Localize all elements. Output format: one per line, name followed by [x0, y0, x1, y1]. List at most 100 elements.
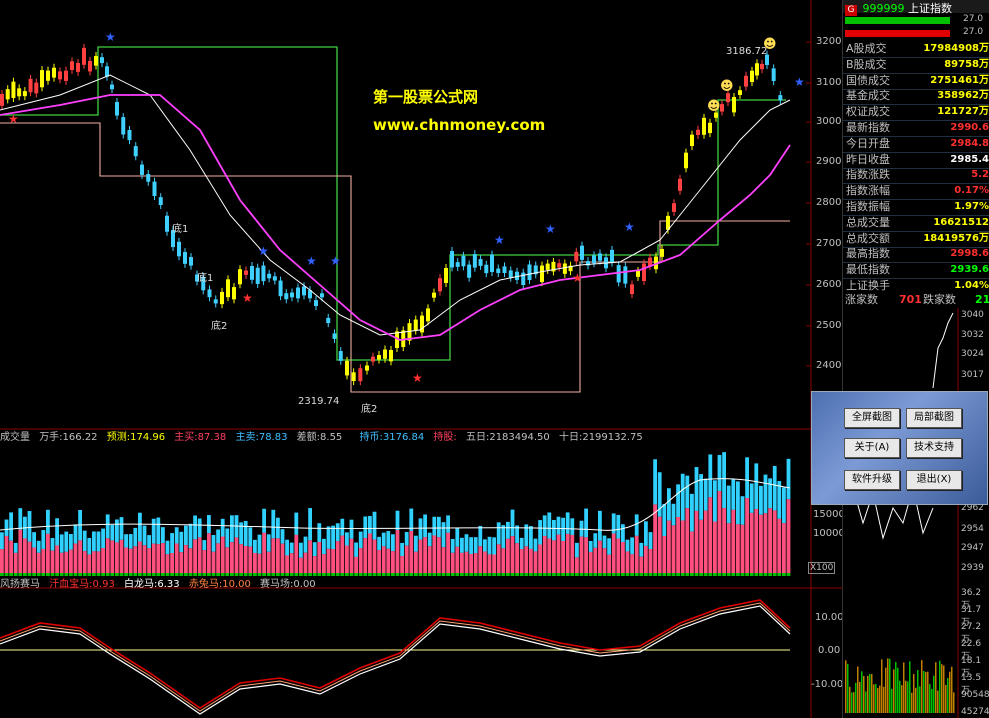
volume-bar-blue: [354, 542, 358, 557]
volume-bar-red: [46, 533, 50, 573]
red-star-icon: ★: [8, 112, 19, 126]
volume-baseline-tick: [634, 573, 639, 576]
volume-bar-blue: [768, 478, 772, 509]
mini-vol-bar: [853, 692, 855, 713]
candle: [540, 265, 544, 283]
volume-bar-red: [18, 529, 23, 573]
volume-bar-red: [524, 546, 529, 573]
vol-tick-15000: 15000: [813, 509, 845, 520]
price-tick: 2500: [816, 320, 842, 331]
quote-row-label: 最低指数: [846, 263, 890, 277]
volume-bar-red: [202, 550, 207, 573]
volume-bar-red: [363, 538, 368, 573]
volume-bar-blue: [257, 534, 262, 554]
volume-baseline-tick: [59, 573, 64, 576]
volume-bar-blue: [759, 485, 763, 515]
volume-bar-blue: [639, 542, 644, 557]
candle: [226, 279, 230, 298]
quote-row-label: 基金成交: [846, 89, 890, 103]
osc-info-bar: 风扬赛马 汗血宝马:0.93 白龙马:6.33 赤兔马:10.00 赛马场:0.…: [0, 578, 322, 592]
volume-baseline-tick: [395, 573, 400, 576]
quote-row-value: 2984.8: [950, 137, 989, 149]
volume-baseline-tick: [101, 573, 105, 576]
volume-bar-blue: [276, 517, 280, 539]
candle: [755, 63, 759, 76]
mini-vol-bar: [873, 684, 875, 713]
quote-title-bar[interactable]: G 999999 上证指数: [843, 0, 989, 16]
volume-chart[interactable]: [0, 430, 842, 590]
osc-tick-0: 0.00: [818, 645, 841, 656]
volume-bar-red: [772, 510, 777, 573]
down-count: 21: [975, 293, 989, 306]
volume-bar-blue: [473, 537, 478, 554]
volume-bar-blue: [294, 512, 299, 535]
candle: [244, 270, 248, 275]
candle: [744, 75, 748, 87]
volume-bar-blue: [174, 527, 179, 544]
candle: [272, 276, 277, 281]
upgrade-button[interactable]: 软件升级: [844, 470, 900, 490]
volume-bar-red: [611, 533, 616, 573]
g-icon: G: [845, 5, 857, 16]
mini-vol-bar: [945, 684, 947, 713]
candle: [383, 349, 387, 359]
candle: [238, 269, 242, 285]
volume-baseline-tick: [565, 573, 570, 576]
volume-baseline-tick: [13, 573, 18, 576]
volume-bar-red: [607, 554, 611, 573]
mini-vol-bar: [867, 675, 869, 713]
volume-bar-red: [317, 542, 322, 573]
candle: [678, 178, 682, 191]
volume-baseline-tick: [602, 573, 607, 576]
vol-chae: 差额:8.55: [296, 432, 343, 443]
about-button[interactable]: 关于(A): [844, 438, 900, 458]
mini-vol-bar: [923, 671, 925, 713]
volume-bar-red: [110, 540, 115, 573]
volume-bar-red: [230, 542, 234, 573]
volume-baseline-tick: [119, 573, 124, 576]
volume-baseline-tick: [648, 573, 653, 576]
volume-bar-red: [763, 513, 768, 573]
support-button[interactable]: 技术支持: [906, 438, 962, 458]
volume-baseline-tick: [197, 573, 202, 576]
volume-baseline-tick: [308, 573, 312, 576]
mini-vol-bar: [937, 690, 939, 713]
volume-bar-red: [694, 510, 699, 573]
volume-bar-red: [708, 497, 713, 573]
volume-bar-blue: [506, 521, 510, 539]
volume-bar-red: [703, 510, 708, 573]
volume-bar-red: [565, 533, 570, 573]
mini-vol-bar: [941, 664, 943, 713]
full-screenshot-button[interactable]: 全屏截图: [844, 408, 900, 428]
candle: [365, 365, 369, 371]
quote-row-label: 最新指数: [846, 121, 890, 134]
volume-bar-blue: [713, 480, 717, 522]
volume-bar-red: [667, 520, 671, 573]
volume-bar-blue: [225, 528, 230, 548]
exit-button[interactable]: 退出(X): [906, 470, 962, 490]
mini-up-line: [932, 312, 954, 389]
volume-bar-red: [450, 552, 455, 573]
candle: [771, 68, 776, 82]
candle: [326, 317, 331, 324]
oscillator-chart[interactable]: [0, 588, 842, 718]
price-tick: 3000: [816, 116, 842, 127]
candle: [177, 241, 181, 257]
mini-vol-bar: [855, 682, 857, 713]
mini-vol-bar: [913, 674, 915, 713]
volume-baseline-tick: [547, 573, 552, 576]
candle: [708, 122, 712, 134]
candle: [660, 248, 664, 257]
partial-screenshot-button[interactable]: 局部截图: [906, 408, 962, 428]
volume-bar-red: [616, 538, 621, 573]
volume-bar-blue: [170, 533, 174, 554]
volume-baseline-tick: [533, 573, 538, 576]
price-tick: 2600: [816, 279, 842, 290]
volume-baseline-tick: [248, 573, 253, 576]
volume-baseline-tick: [538, 573, 542, 576]
kline-chart[interactable]: ★★★ ★★★ ★★★★★★☻☻☻: [0, 0, 842, 430]
volume-bar-red: [147, 548, 151, 573]
volume-baseline-tick: [156, 573, 161, 576]
volume-bar-blue: [570, 518, 575, 535]
vol-chibi: 持币:3176.84: [359, 432, 425, 443]
